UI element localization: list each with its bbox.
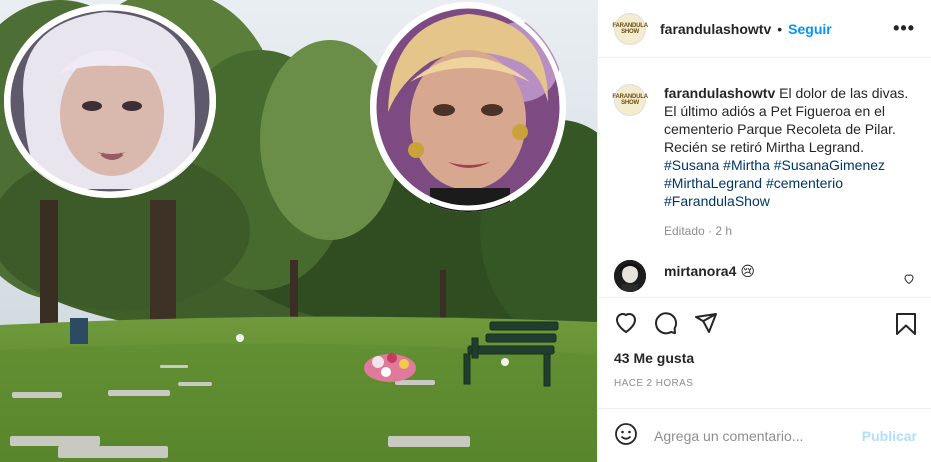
publish-button[interactable]: Publicar bbox=[862, 428, 917, 444]
hashtag[interactable]: #SusanaGimenez bbox=[774, 157, 885, 173]
post-modal: FARANDULA SHOW farandulashowtv • Seguir … bbox=[0, 0, 931, 462]
hashtag[interactable]: #Susana bbox=[664, 157, 719, 173]
comments-section: FARANDULA SHOW farandulashowtv El dolor … bbox=[598, 58, 931, 298]
avatar-logo: FARANDULA SHOW bbox=[612, 22, 648, 35]
comment-input[interactable] bbox=[654, 427, 854, 444]
likes-count[interactable]: 43 Me gusta bbox=[598, 350, 931, 366]
like-comment-icon[interactable] bbox=[903, 272, 915, 288]
more-options-icon[interactable]: ••• bbox=[893, 18, 915, 39]
caption-username[interactable]: farandulashowtv bbox=[664, 85, 775, 101]
share-icon[interactable] bbox=[694, 311, 718, 338]
hashtag[interactable]: #cementerio bbox=[766, 175, 843, 191]
portrait-left bbox=[4, 4, 216, 198]
caption-avatar[interactable]: FARANDULA SHOW bbox=[612, 84, 648, 116]
smiley-icon[interactable] bbox=[614, 422, 638, 449]
author-avatar[interactable]: FARANDULA SHOW bbox=[612, 12, 648, 45]
bookmark-icon[interactable] bbox=[895, 312, 917, 339]
hashtag[interactable]: #FarandulaShow bbox=[664, 193, 770, 209]
hashtag[interactable]: #Mirtha bbox=[723, 157, 770, 173]
action-bar bbox=[598, 298, 931, 350]
comment-text: 😢 bbox=[740, 262, 755, 279]
post-header: FARANDULA SHOW farandulashowtv • Seguir … bbox=[598, 0, 931, 58]
post-side-panel: FARANDULA SHOW farandulashowtv • Seguir … bbox=[597, 0, 931, 462]
add-comment-bar: Publicar bbox=[598, 408, 931, 462]
comment-icon[interactable] bbox=[654, 311, 678, 338]
avatar-logo: FARANDULA SHOW bbox=[612, 94, 648, 106]
commenter-username[interactable]: mirtanora4 bbox=[664, 263, 736, 279]
follow-button[interactable]: Seguir bbox=[788, 21, 832, 37]
commenter-avatar[interactable] bbox=[614, 260, 646, 292]
author-username[interactable]: farandulashowtv bbox=[660, 21, 771, 37]
post-image[interactable] bbox=[0, 0, 597, 462]
caption-text: farandulashowtv El dolor de las divas. E… bbox=[664, 84, 915, 210]
caption: FARANDULA SHOW farandulashowtv El dolor … bbox=[612, 84, 915, 210]
comment: mirtanora4 😢 bbox=[614, 260, 915, 292]
post-timestamp: HACE 2 HORAS bbox=[614, 378, 694, 389]
separator-dot: • bbox=[777, 20, 783, 37]
hashtag[interactable]: #MirthaLegrand bbox=[664, 175, 762, 191]
heart-icon[interactable] bbox=[614, 311, 638, 338]
edited-timestamp: Editado · 2 h bbox=[664, 224, 733, 238]
portrait-right bbox=[370, 2, 566, 212]
